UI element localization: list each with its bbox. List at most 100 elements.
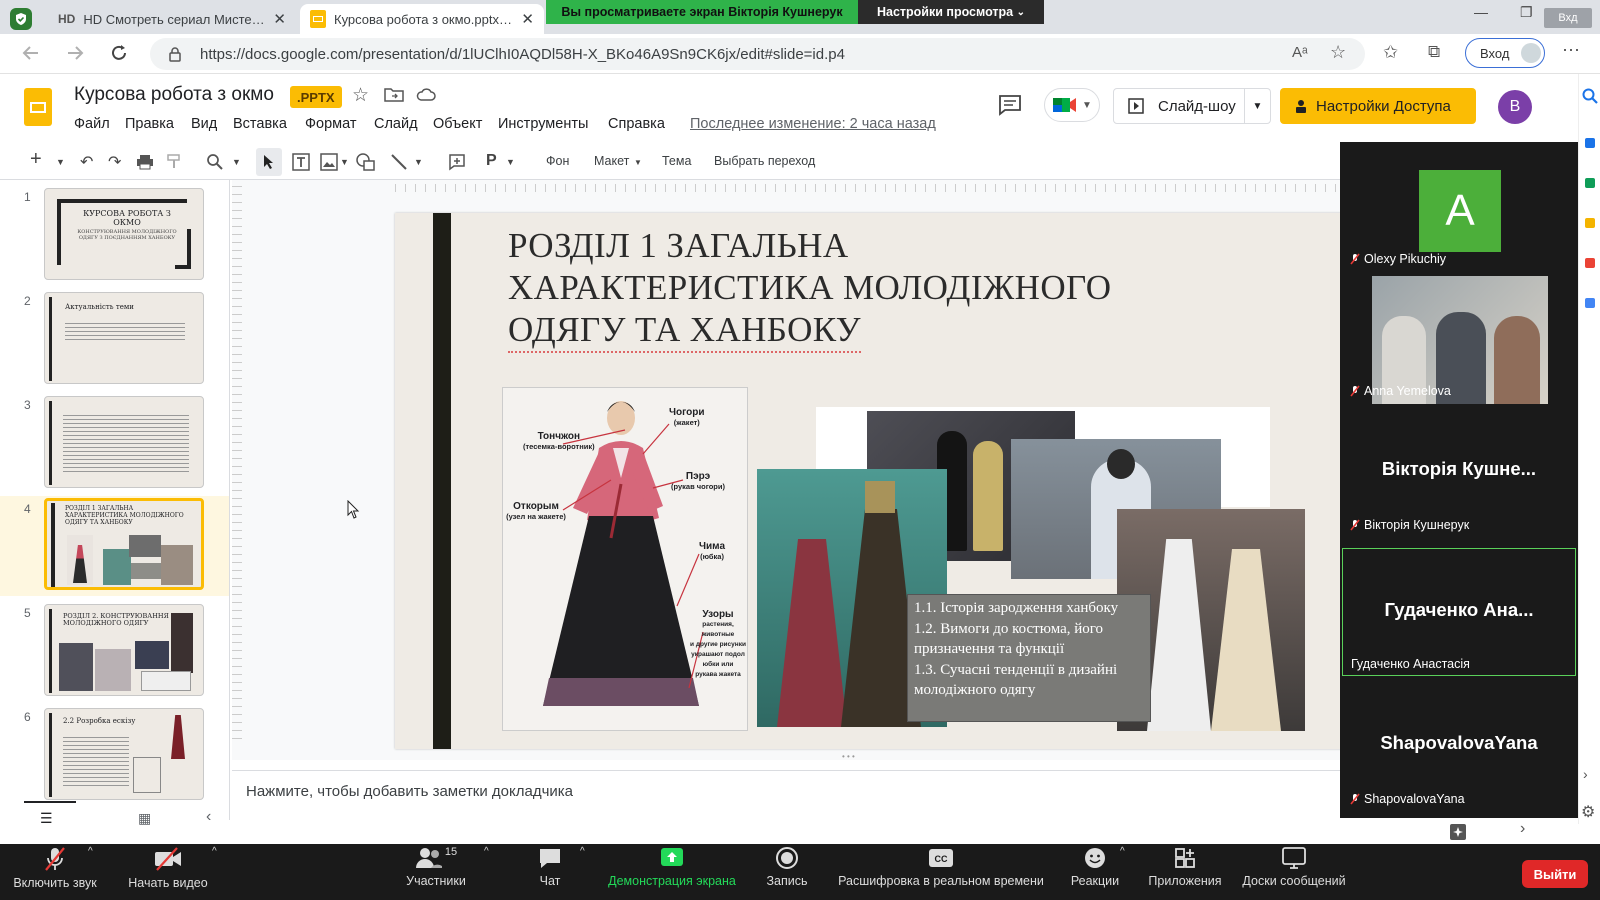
cloud-saved-icon[interactable] bbox=[416, 86, 436, 102]
current-slide[interactable]: РОЗДІЛ 1 ЗАГАЛЬНА ХАРАКТЕРИСТИКА МОЛОДІЖ… bbox=[395, 213, 1342, 749]
move-folder-icon[interactable] bbox=[384, 86, 404, 102]
leave-button[interactable]: Выйти bbox=[1522, 860, 1588, 888]
participant-tile[interactable]: Anna Yemelova bbox=[1342, 274, 1576, 404]
contacts-icon[interactable] bbox=[1585, 298, 1595, 308]
chevron-up-icon[interactable]: ^ bbox=[580, 846, 585, 857]
undo-icon[interactable]: ↶ bbox=[80, 152, 93, 172]
read-aloud-icon[interactable]: Aᵃ bbox=[1292, 44, 1308, 61]
slide-thumbnail-4[interactable]: РОЗДІЛ 1 ЗАГАЛЬНА ХАРАКТЕРИСТИКА МОЛОДІЖ… bbox=[44, 498, 204, 590]
tab-slides[interactable]: Курсова робота з окмо.pptx - G... ✕ bbox=[300, 4, 544, 34]
slideshow-button[interactable]: Слайд-шоу ▼ bbox=[1113, 88, 1271, 124]
window-corner-label[interactable]: Вхд bbox=[1544, 8, 1592, 28]
textbox-icon[interactable] bbox=[292, 153, 310, 171]
apps-button[interactable]: Приложения bbox=[1142, 846, 1228, 888]
chat-button[interactable]: Чат bbox=[522, 846, 578, 888]
keep-icon[interactable] bbox=[1585, 218, 1595, 228]
collapse-panel-icon[interactable]: ‹ bbox=[206, 808, 211, 826]
paint-format-icon[interactable] bbox=[166, 154, 182, 170]
addon-icon[interactable] bbox=[1585, 258, 1595, 268]
shape-icon[interactable] bbox=[356, 153, 376, 171]
star-icon[interactable]: ☆ bbox=[352, 84, 369, 107]
theme-button[interactable]: Тема bbox=[662, 154, 691, 168]
start-video-button[interactable]: Начать видео bbox=[118, 846, 218, 890]
last-edit-link[interactable]: Последнее изменение: 2 часа назад bbox=[690, 116, 936, 132]
signin-button[interactable]: Вход bbox=[1465, 38, 1545, 68]
slides-logo-icon[interactable] bbox=[24, 88, 52, 126]
resize-handle-icon[interactable]: • • • bbox=[842, 752, 855, 761]
line-icon[interactable] bbox=[390, 153, 408, 171]
reactions-button[interactable]: Реакции bbox=[1066, 846, 1124, 888]
slide-title[interactable]: РОЗДІЛ 1 ЗАГАЛЬНА ХАРАКТЕРИСТИКА МОЛОДІЖ… bbox=[508, 225, 1111, 353]
menu-slide[interactable]: Слайд bbox=[374, 116, 418, 132]
chevron-down-icon[interactable]: ▼ bbox=[232, 157, 241, 167]
calendar-icon[interactable] bbox=[1585, 138, 1595, 148]
account-avatar[interactable]: B bbox=[1498, 90, 1532, 124]
live-transcript-button[interactable]: CC Расшифровка в реальном времени bbox=[836, 846, 1046, 888]
url-field[interactable]: https://docs.google.com/presentation/d/1… bbox=[150, 38, 1365, 70]
chevron-down-icon[interactable]: ▼ bbox=[414, 157, 423, 167]
restore-icon[interactable]: ❐ bbox=[1520, 4, 1533, 21]
shield-icon[interactable] bbox=[10, 8, 32, 30]
filmstrip-view-icon[interactable]: ☰ bbox=[40, 810, 53, 827]
settings-gear-icon[interactable]: ⚙ bbox=[1581, 802, 1595, 822]
unmute-button[interactable]: Включить звук bbox=[10, 846, 100, 890]
participant-tile[interactable]: ShapovalovaYana ShapovalovaYana bbox=[1342, 682, 1576, 810]
menu-edit[interactable]: Правка bbox=[125, 116, 174, 132]
participant-tile[interactable]: A Olexy Pikuchiy bbox=[1342, 142, 1576, 270]
favorite-add-icon[interactable]: ☆ bbox=[1330, 42, 1346, 63]
menu-insert[interactable]: Вставка bbox=[233, 116, 287, 132]
gallery-view-icon[interactable] bbox=[1448, 822, 1468, 842]
back-arrow-icon[interactable] bbox=[20, 42, 42, 64]
comments-icon[interactable] bbox=[998, 94, 1022, 116]
view-options-button[interactable]: Настройки просмотра ⌄ bbox=[858, 0, 1044, 24]
participant-tile-active-speaker[interactable]: Гудаченко Ана... Гудаченко Анастасія bbox=[1342, 548, 1576, 676]
chevron-down-icon[interactable]: ▼ bbox=[634, 158, 642, 167]
background-button[interactable]: Фон bbox=[546, 154, 569, 168]
favorites-icon[interactable]: ✩ bbox=[1383, 42, 1398, 63]
grid-view-icon[interactable]: ▦ bbox=[138, 810, 151, 827]
minimize-icon[interactable]: — bbox=[1474, 4, 1488, 20]
search-icon[interactable] bbox=[1582, 88, 1598, 104]
redo-icon[interactable]: ↷ bbox=[108, 152, 121, 172]
print-icon[interactable] bbox=[136, 154, 154, 170]
menu-file[interactable]: Файл bbox=[74, 116, 110, 132]
tab-serial[interactable]: HD HD Смотреть сериал Мистер Ошиб... ✕ bbox=[48, 4, 296, 34]
reload-icon[interactable] bbox=[108, 42, 130, 64]
share-button[interactable]: Настройки Доступа bbox=[1280, 88, 1476, 124]
contents-box[interactable]: 1.1. Історія зародження ханбоку 1.2. Вим… bbox=[907, 594, 1151, 722]
next-page-icon[interactable]: › bbox=[1520, 820, 1525, 838]
select-tool-button[interactable] bbox=[256, 148, 282, 176]
meet-button[interactable]: ▼ bbox=[1044, 88, 1100, 122]
image-icon[interactable] bbox=[320, 153, 338, 171]
lock-icon[interactable] bbox=[168, 46, 182, 62]
chevron-up-icon[interactable]: ^ bbox=[484, 846, 489, 857]
close-icon[interactable]: ✕ bbox=[521, 10, 534, 28]
slide-thumbnail-5[interactable]: РОЗДІЛ 2. КОНСТРУЮВАННЯ МОЛОДІЖНОГО ОДЯГ… bbox=[44, 604, 204, 696]
zoom-icon[interactable] bbox=[206, 153, 224, 171]
slide-thumbnail-6[interactable]: 2.2 Розробка ескізу bbox=[44, 708, 204, 800]
menu-object[interactable]: Объект bbox=[433, 116, 482, 132]
menu-format[interactable]: Формат bbox=[305, 116, 357, 132]
chevron-down-icon[interactable]: ▼ bbox=[1244, 89, 1270, 123]
expand-panel-icon[interactable]: › bbox=[1583, 766, 1588, 782]
slide-thumbnail-1[interactable]: КУРСОВА РОБОТА З ОКМО КОНСТРУЮВАННЯ МОЛО… bbox=[44, 188, 204, 280]
chevron-up-icon[interactable]: ^ bbox=[88, 846, 93, 857]
menu-tools[interactable]: Инструменты bbox=[498, 116, 588, 132]
chevron-up-icon[interactable]: ^ bbox=[212, 846, 217, 857]
more-icon[interactable]: ⋯ bbox=[1562, 40, 1580, 61]
layout-button[interactable]: Макет bbox=[594, 154, 629, 168]
add-comment-icon[interactable] bbox=[448, 153, 466, 171]
participants-button[interactable]: 15 Участники bbox=[396, 846, 476, 888]
close-icon[interactable]: ✕ bbox=[273, 10, 286, 28]
menu-help[interactable]: Справка bbox=[608, 116, 665, 132]
slide-thumbnail-3[interactable] bbox=[44, 396, 204, 488]
participant-tile[interactable]: Вікторія Кушне... Вікторія Кушнерук bbox=[1342, 408, 1576, 536]
collections-icon[interactable]: ⧉ bbox=[1428, 42, 1440, 62]
slide-thumbnail-2[interactable]: Актуальність теми bbox=[44, 292, 204, 384]
transition-button[interactable]: Выбрать переход bbox=[714, 154, 815, 168]
whiteboards-button[interactable]: Доски сообщений bbox=[1236, 846, 1352, 888]
chevron-down-icon[interactable]: ▼ bbox=[506, 157, 515, 167]
doc-title[interactable]: Курсова робота з окмо bbox=[74, 84, 274, 106]
speaker-notes[interactable]: Нажмите, чтобы добавить заметки докладчи… bbox=[232, 770, 1340, 820]
share-screen-button[interactable]: Демонстрация экрана bbox=[602, 846, 742, 888]
